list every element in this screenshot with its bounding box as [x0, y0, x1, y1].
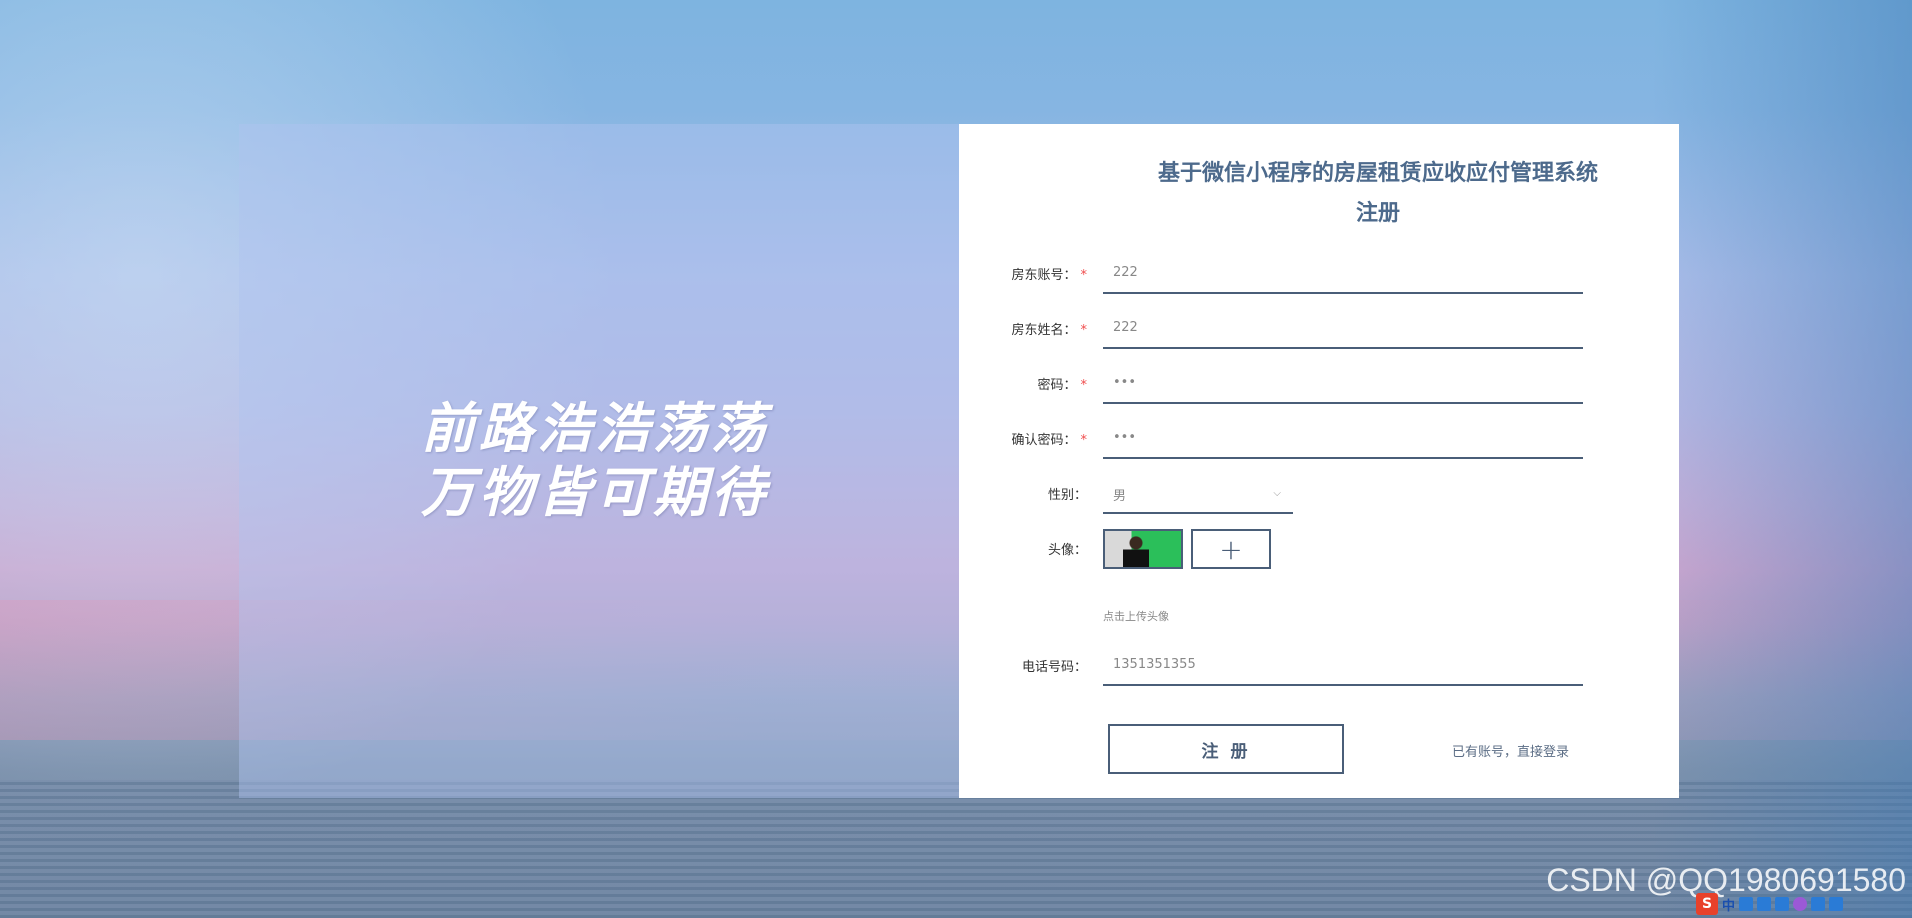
required-mark: * [1080, 268, 1088, 283]
slogan-line-1: 前路浩浩荡荡 [421, 397, 769, 460]
avatar-label: 头像： [1047, 543, 1087, 558]
keyboard-icon[interactable] [1775, 897, 1790, 911]
confirm-password-row: 确认密码： * ••• [959, 419, 1679, 459]
slogan-panel: 前路浩浩荡荡 万物皆可期待 [239, 124, 959, 798]
required-mark: * [1080, 433, 1088, 448]
phone-row: 电话号码： 1351351355 [959, 646, 1679, 686]
register-button[interactable]: 注 册 [1108, 724, 1344, 774]
background-right-shade [1652, 0, 1912, 918]
login-link[interactable]: 已有账号，直接登录 [1452, 741, 1569, 760]
phone-label: 电话号码： [1021, 660, 1087, 675]
gender-value: 男 [1113, 489, 1127, 504]
account-input[interactable]: 222 [1103, 254, 1583, 294]
confirm-password-input[interactable]: ••• [1103, 419, 1583, 459]
sogou-ime-icon[interactable]: S [1696, 893, 1718, 915]
register-title: 注册 [1355, 201, 1400, 226]
avatar-preview[interactable] [1103, 529, 1183, 569]
grid-icon[interactable] [1829, 897, 1844, 911]
name-label: 房东姓名： * [1011, 323, 1088, 338]
slogan-line-2: 万物皆可期待 [421, 461, 769, 524]
register-form: 基于微信小程序的房屋租赁应收应付管理系统 注册 房东账号： * 222 房东姓名：… [959, 124, 1679, 798]
name-input[interactable]: 222 [1103, 309, 1583, 349]
slogan: 前路浩浩荡荡 万物皆可期待 [421, 397, 769, 525]
skin-icon[interactable] [1793, 897, 1808, 911]
password-input[interactable]: ••• [1103, 364, 1583, 404]
add-avatar-button[interactable]: + [1191, 529, 1271, 569]
toolbox-icon[interactable] [1811, 897, 1826, 911]
ime-mode-label[interactable]: 中 [1722, 895, 1735, 914]
name-row: 房东姓名： * 222 [959, 309, 1679, 349]
confirm-password-label: 确认密码： * [1011, 433, 1088, 448]
account-label: 房东账号： * [1011, 268, 1088, 283]
avatar-upload-hint: 点击上传头像 [1103, 610, 1169, 623]
avatar-row: 头像： + [959, 529, 1679, 569]
required-mark: * [1080, 323, 1088, 338]
password-label: 密码： * [1037, 378, 1088, 393]
gender-label: 性别： [1047, 488, 1087, 503]
punctuation-icon[interactable] [1739, 897, 1754, 911]
required-mark: * [1080, 378, 1088, 393]
account-row: 房东账号： * 222 [959, 254, 1679, 294]
avatar-person-image [1123, 535, 1149, 567]
gender-row: 性别： 男 ⌵ [959, 474, 1679, 514]
system-tray: S 中 [1692, 890, 1912, 918]
chevron-down-icon: ⌵ [1273, 488, 1281, 499]
system-title: 基于微信小程序的房屋租赁应收应付管理系统 [1157, 161, 1598, 186]
microphone-icon[interactable] [1757, 897, 1772, 911]
password-row: 密码： * ••• [959, 364, 1679, 404]
form-title: 基于微信小程序的房屋租赁应收应付管理系统 注册 [959, 154, 1679, 234]
gender-select[interactable]: 男 ⌵ [1103, 474, 1293, 514]
phone-input[interactable]: 1351351355 [1103, 646, 1583, 686]
